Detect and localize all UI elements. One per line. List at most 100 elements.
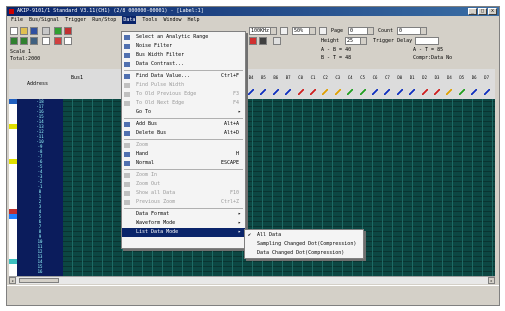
channel-header-c1[interactable]: C1 [309,75,317,89]
menu-item-hand[interactable]: Hand H [122,150,245,159]
row-marker[interactable] [9,159,17,164]
channel-header-b6[interactable]: B6 [272,75,280,89]
menu-item-select-an-analytic-range[interactable]: Select an Analytic Range [122,33,245,42]
submenu-item-sampling-changed-dot-compression[interactable]: Sampling Changed Dot(Compression) [245,240,363,249]
run-icon[interactable] [54,27,62,35]
menu-item-show-all-data[interactable]: Show all Data F10 [122,189,245,198]
menu-window[interactable]: Window [163,16,181,24]
menu-item-list-data-mode[interactable]: List Data Mode ▸ [122,228,245,237]
trigger-delay-input[interactable] [415,37,439,45]
prev-page-icon[interactable] [319,27,327,35]
row-marker[interactable] [9,259,17,264]
channel-pencil-icon[interactable] [446,89,453,95]
menu-item-go-to[interactable]: Go To ▸ [122,108,245,117]
scroll-left-button[interactable]: ◂ [9,277,16,284]
scroll-thumb[interactable] [19,278,59,283]
scroll-right-button[interactable]: ▸ [488,277,495,284]
menu-item-add-bus[interactable]: Add Bus Alt+A [122,120,245,129]
cursor-icon[interactable] [42,37,50,45]
menu-item-data-contrast[interactable]: Data Contrast... [122,60,245,69]
channel-pencil-icon[interactable] [384,89,391,95]
channel-header-c4[interactable]: C4 [346,75,354,89]
marker-icon[interactable] [54,37,62,45]
channel-header-c3[interactable]: C3 [334,75,342,89]
channel-pencil-icon[interactable] [260,89,267,95]
channel-header-c6[interactable]: C6 [371,75,379,89]
count-select[interactable]: 0 [397,27,427,35]
page-select[interactable]: 0 [348,27,374,35]
menu-item-find-data-value[interactable]: Find Data Value... Ctrl+F [122,72,245,81]
menu-item-zoom-in[interactable]: Zoom In [122,171,245,180]
menu-item-to-old-previous-edge[interactable]: To Old Previous Edge F3 [122,90,245,99]
channel-pencil-icon[interactable] [458,89,465,95]
menu-data[interactable]: Data [122,16,137,24]
close-button[interactable]: x [488,8,497,15]
save-icon[interactable] [30,27,38,35]
row-marker[interactable] [9,99,17,104]
channel-header-d3[interactable]: D3 [433,75,441,89]
channel-header-d2[interactable]: D2 [421,75,429,89]
bus-tool-icon[interactable] [273,37,281,45]
menu-run-stop[interactable]: Run/Stop [92,16,116,24]
channel-header-d6[interactable]: D6 [470,75,478,89]
channel-header-b7[interactable]: B7 [284,75,292,89]
submenu-item-data-changed-dot-compression[interactable]: Data Changed Dot(Compression) [245,249,363,258]
channel-pencil-icon[interactable] [297,89,304,95]
menu-help[interactable]: Help [188,16,200,24]
zoom-select[interactable]: 50% [292,27,316,35]
menu-item-to-old-next-edge[interactable]: To Old Next Edge F4 [122,99,245,108]
channel-header-d5[interactable]: D5 [458,75,466,89]
channel-pencil-icon[interactable] [421,89,428,95]
channel-header-b5[interactable]: B5 [259,75,267,89]
channel-pencil-icon[interactable] [372,89,378,95]
channel-pencil-icon[interactable] [471,89,478,95]
menu-item-waveform-mode[interactable]: Waveform Mode ▸ [122,219,245,228]
label-icon[interactable] [64,37,72,45]
channel-header-c2[interactable]: C2 [321,75,329,89]
frequency-select[interactable]: 100KHz [249,27,277,35]
channel-header-d4[interactable]: D4 [445,75,453,89]
list-view-icon[interactable] [20,37,28,45]
new-icon[interactable] [10,27,18,35]
channel-pencil-icon[interactable] [434,89,440,95]
channel-pencil-icon[interactable] [347,89,354,95]
title-bar[interactable]: AKIP-9101/1 Standard V3.11(CH1) (2/8 000… [7,7,499,16]
channel-pencil-icon[interactable] [359,89,366,95]
menu-item-data-format[interactable]: Data Format ▸ [122,210,245,219]
minimize-button[interactable]: _ [468,8,477,15]
channel-pencil-icon[interactable] [272,89,279,95]
channel-pencil-icon[interactable] [248,89,254,95]
channel-header-c5[interactable]: C5 [359,75,367,89]
menu-item-zoom-out[interactable]: Zoom Out [122,180,245,189]
channel-pencil-icon[interactable] [310,89,316,95]
menu-item-delete-bus[interactable]: Delete Bus Alt+D [122,129,245,138]
zoom-in-tool-icon[interactable] [280,27,288,35]
menu-tools[interactable]: Tools [142,16,157,24]
find-tool-icon[interactable] [259,37,267,45]
channel-pencil-icon[interactable] [322,89,329,95]
channel-pencil-icon[interactable] [396,89,403,95]
channel-pencil-icon[interactable] [409,89,416,95]
menu-item-zoom[interactable]: Zoom [122,141,245,150]
menu-file[interactable]: File [11,16,23,24]
channel-header-c0[interactable]: C0 [297,75,305,89]
row-marker[interactable] [9,214,17,219]
channel-pencil-icon[interactable] [483,89,490,95]
menu-item-previous-zoom[interactable]: Previous Zoom Ctrl+Z [122,198,245,207]
open-icon[interactable] [20,27,28,35]
channel-header-d7[interactable]: D7 [483,75,491,89]
menu-item-normal[interactable]: Normal ESCAPE [122,159,245,168]
channel-header-c7[interactable]: C7 [383,75,391,89]
channel-pencil-icon[interactable] [285,89,292,95]
menu-trigger[interactable]: Trigger [65,16,86,24]
menu-item-noise-filter[interactable]: Noise Filter [122,42,245,51]
height-select[interactable]: 25 [345,37,367,45]
horizontal-scrollbar[interactable]: ◂ ▸ [9,276,495,284]
bus-view-icon[interactable] [30,37,38,45]
submenu-item-all-data[interactable]: ✔ All Data [245,231,363,240]
channel-header-d0[interactable]: D0 [396,75,404,89]
channel-header-b4[interactable]: B4 [247,75,255,89]
maximize-button[interactable]: □ [478,8,487,15]
channel-header-d1[interactable]: D1 [408,75,416,89]
menu-item-find-pulse-width[interactable]: Find Pulse Width [122,81,245,90]
